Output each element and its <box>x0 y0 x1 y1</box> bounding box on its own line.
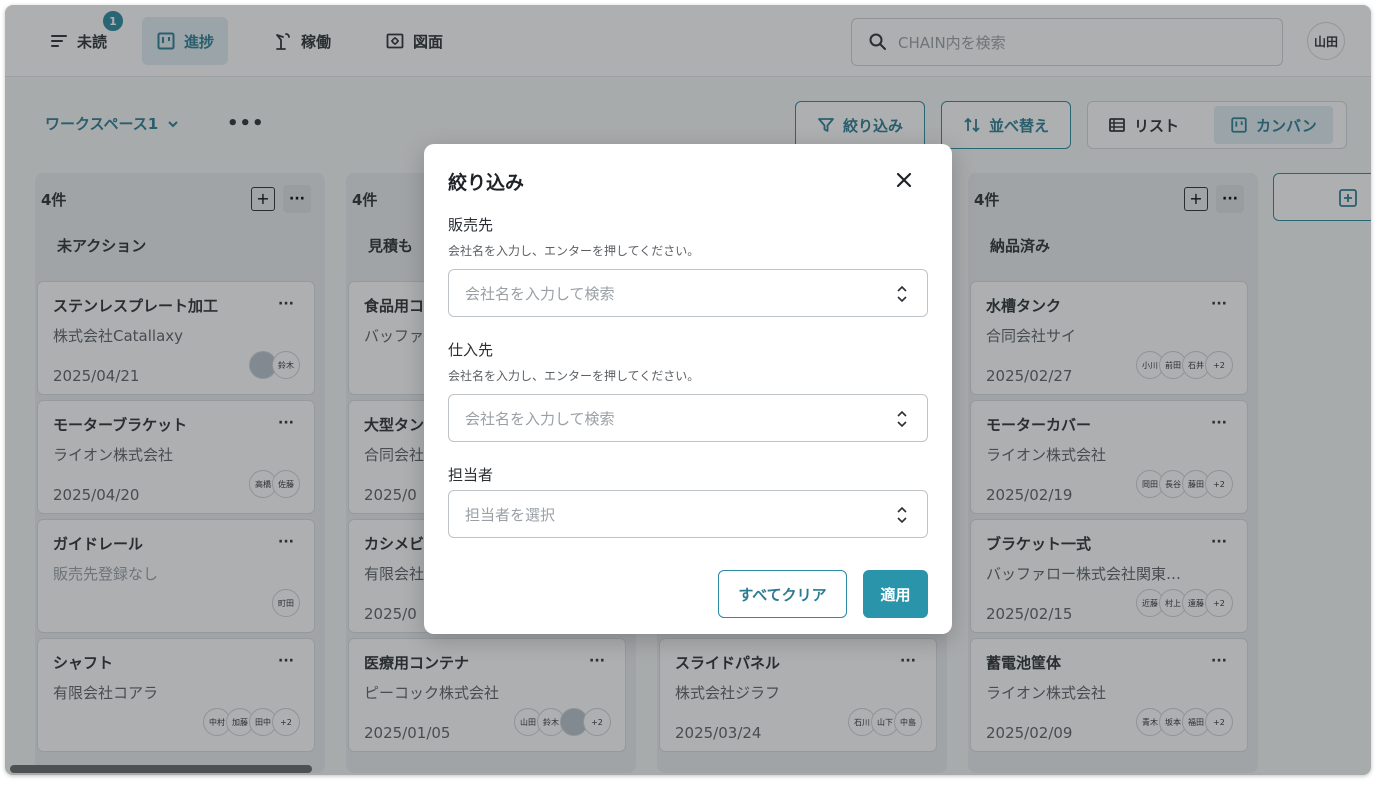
seller-select[interactable]: 会社名を入力して検索 <box>448 269 928 317</box>
apply-button[interactable]: 適用 <box>863 570 928 618</box>
assignee-select[interactable]: 担当者を選択 <box>448 490 928 538</box>
supplier-help: 会社名を入力し、エンターを押してください。 <box>448 369 700 383</box>
close-icon[interactable] <box>892 168 916 192</box>
chevron-up-down-icon <box>897 410 907 428</box>
supplier-placeholder: 会社名を入力して検索 <box>465 409 615 428</box>
chevron-up-down-icon <box>897 285 907 303</box>
assignee-placeholder: 担当者を選択 <box>465 505 556 524</box>
supplier-select[interactable]: 会社名を入力して検索 <box>448 394 928 442</box>
seller-help: 会社名を入力し、エンターを押してください。 <box>448 244 700 258</box>
chevron-up-down-icon <box>897 506 907 524</box>
filter-dialog: 絞り込み 販売先 会社名を入力し、エンターを押してください。 会社名を入力して検… <box>424 144 952 634</box>
clear-all-button[interactable]: すべてクリア <box>718 570 847 618</box>
supplier-label: 仕入先 <box>448 341 494 359</box>
seller-placeholder: 会社名を入力して検索 <box>465 284 615 303</box>
assignee-label: 担当者 <box>448 466 494 484</box>
dialog-title: 絞り込み <box>448 172 525 194</box>
seller-label: 販売先 <box>448 216 494 234</box>
